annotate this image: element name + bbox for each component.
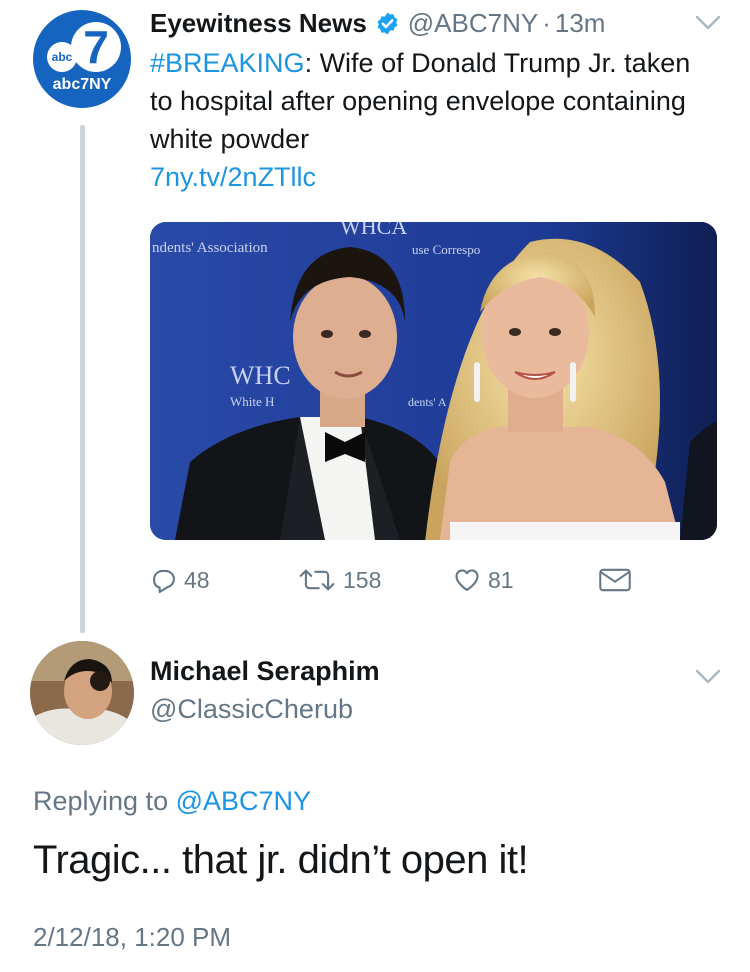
chevron-down-icon[interactable] [694, 12, 722, 32]
like-button[interactable]: 81 [452, 562, 514, 598]
chevron-down-icon[interactable] [694, 666, 722, 686]
avatar-label: abc7NY [52, 76, 112, 93]
reply-text: Tragic... that jr. didn’t open it! [33, 838, 529, 882]
replying-to-label: Replying to [33, 786, 176, 816]
photo-illustration: ndents' Association WHCA use Correspo ci… [150, 222, 717, 540]
reply-author-avatar[interactable] [30, 641, 134, 745]
verified-badge-icon [377, 12, 398, 34]
reply-author-handle[interactable]: @ClassicCherub [150, 694, 353, 725]
separator-dot: · [542, 7, 551, 38]
retweet-icon [299, 569, 335, 591]
backdrop-text-3: use Correspo [412, 242, 480, 257]
reply-icon [153, 569, 175, 594]
backdrop-text-1: ndents' Association [152, 240, 268, 256]
replying-to-line: Replying to @ABC7NY [33, 786, 311, 817]
tweet-header: Eyewitness News @ABC7NY · 13m [150, 4, 605, 42]
retweet-count: 158 [343, 566, 382, 593]
hashtag-link[interactable]: #BREAKING [150, 48, 305, 78]
tweet-photo[interactable]: ndents' Association WHCA use Correspo ci… [150, 222, 717, 540]
heart-icon [455, 569, 479, 591]
backdrop-text-2: WHCA [340, 222, 407, 239]
tweet-text: #BREAKING: Wife of Donald Trump Jr. take… [150, 44, 710, 196]
envelope-icon [599, 568, 631, 592]
reply-button[interactable]: 48 [150, 562, 210, 598]
backdrop-text-6: White H [230, 394, 274, 409]
replying-to-mention[interactable]: @ABC7NY [176, 786, 311, 816]
tweet-link[interactable]: 7ny.tv/2nZTllc [150, 162, 316, 192]
like-count: 81 [488, 566, 514, 593]
backdrop-text-5: WHC [230, 361, 291, 390]
backdrop-text-7: dents' A [408, 395, 447, 409]
author-avatar[interactable]: abc 7 abc7NY [33, 10, 131, 108]
avatar-photo [30, 641, 134, 745]
tweet-actions: 48 158 81 [150, 562, 640, 598]
reply-author-name[interactable]: Michael Seraphim [150, 656, 380, 687]
author-name[interactable]: Eyewitness News [150, 8, 367, 39]
reply-date[interactable]: 2/12/18, 1:20 PM [33, 922, 231, 953]
reply-count: 48 [184, 566, 210, 593]
abc7-logo: abc 7 [43, 22, 121, 72]
direct-message-button[interactable] [598, 562, 638, 598]
seven-logo-text: 7 [71, 22, 121, 72]
retweet-button[interactable]: 158 [297, 562, 381, 598]
author-handle[interactable]: @ABC7NY [408, 8, 538, 39]
thread-line [80, 125, 85, 633]
tweet-timestamp[interactable]: 13m [555, 8, 606, 39]
